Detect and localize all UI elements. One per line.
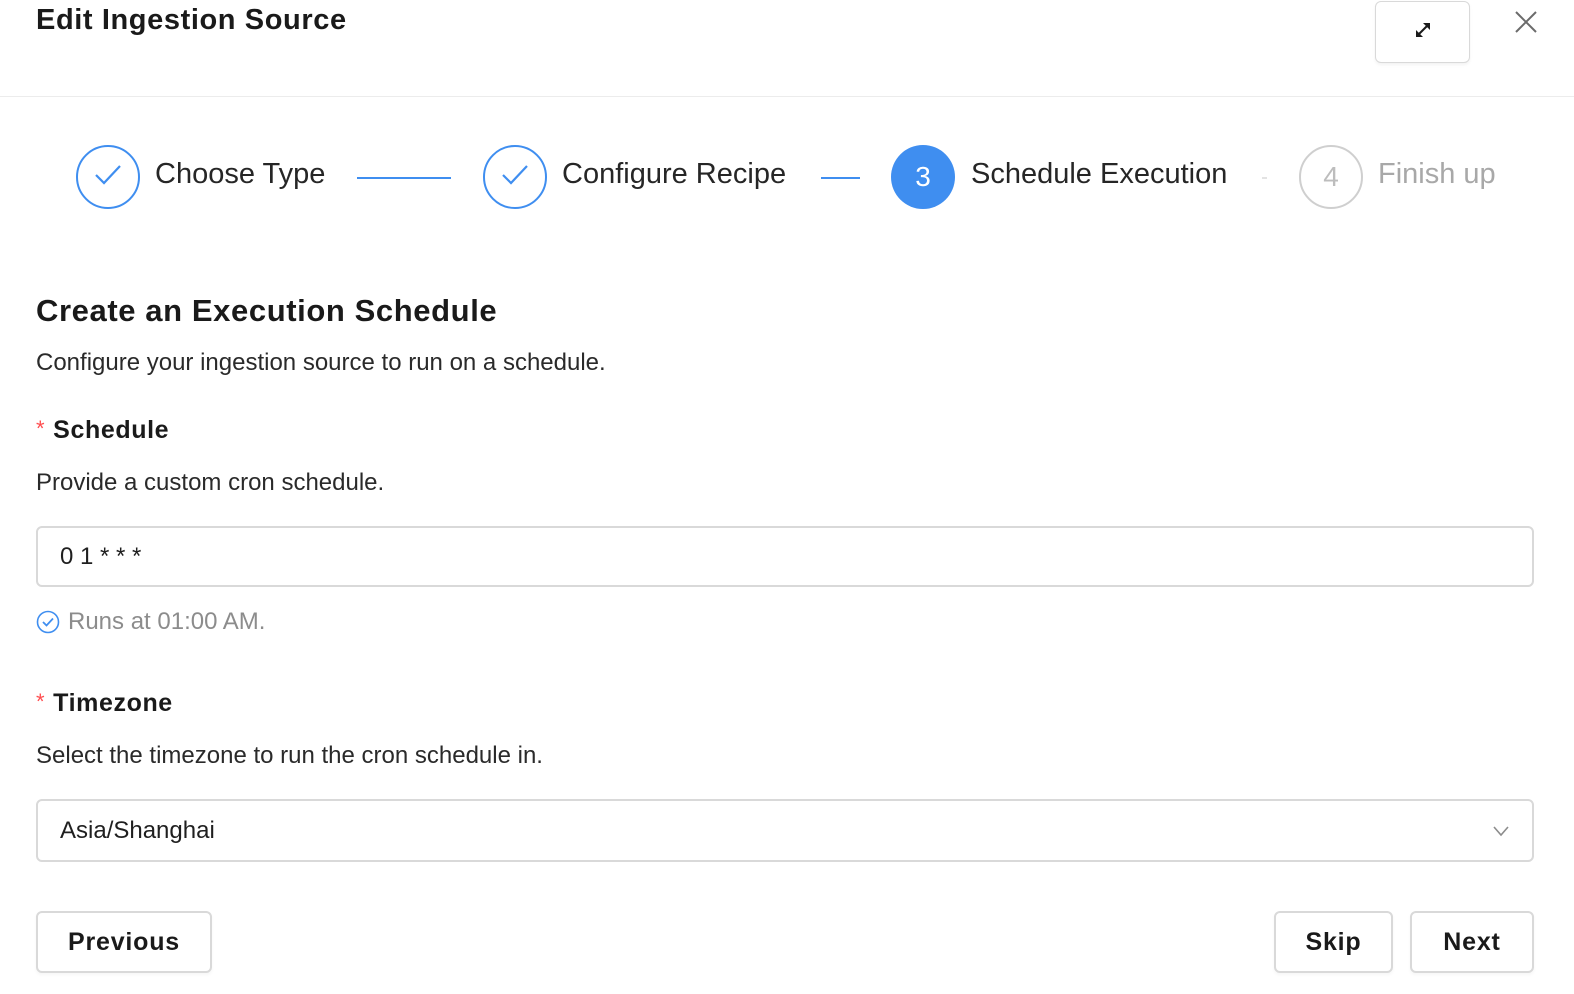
previous-button[interactable]: Previous	[36, 911, 212, 973]
check-icon	[501, 161, 529, 193]
step-2-label: Configure Recipe	[562, 158, 787, 190]
step-4-indicator: 4	[1299, 145, 1363, 209]
step-connector	[357, 177, 451, 179]
skip-button[interactable]: Skip	[1274, 911, 1393, 973]
step-1-label: Choose Type	[155, 158, 326, 190]
timezone-select[interactable]: Asia/Shanghai	[36, 799, 1534, 862]
expand-arrows-icon	[1409, 16, 1437, 49]
close-button[interactable]	[1510, 8, 1542, 40]
expand-button[interactable]	[1375, 1, 1470, 63]
check-circle-icon	[36, 610, 60, 634]
step-2-indicator	[483, 145, 547, 209]
section-title: Create an Execution Schedule	[36, 293, 498, 328]
section-description: Configure your ingestion source to run o…	[36, 349, 606, 376]
timezone-help: Select the timezone to run the cron sche…	[36, 742, 543, 769]
timezone-label: * Timezone	[36, 689, 173, 718]
check-icon	[94, 161, 122, 193]
step-connector	[821, 177, 860, 179]
close-icon	[1514, 10, 1538, 39]
timezone-label-text: Timezone	[53, 689, 173, 717]
step-connector	[1262, 177, 1267, 179]
next-button[interactable]: Next	[1410, 911, 1534, 973]
steps-bar: Choose Type Configure Recipe 3 Schedule …	[0, 145, 1574, 209]
schedule-input[interactable]	[36, 526, 1534, 587]
modal-header: Edit Ingestion Source	[0, 0, 1574, 97]
cron-hint: Runs at 01:00 AM.	[36, 607, 265, 637]
required-mark: *	[36, 416, 46, 441]
schedule-help: Provide a custom cron schedule.	[36, 469, 385, 496]
step-3-indicator: 3	[891, 145, 955, 209]
cron-hint-text: Runs at 01:00 AM.	[68, 608, 266, 635]
step-4-label: Finish up	[1378, 158, 1496, 190]
schedule-label: * Schedule	[36, 416, 169, 445]
chevron-down-icon	[1492, 822, 1510, 840]
timezone-select-value: Asia/Shanghai	[60, 817, 215, 844]
step-1-indicator	[76, 145, 140, 209]
required-mark: *	[36, 689, 46, 714]
schedule-label-text: Schedule	[53, 416, 170, 444]
modal-title: Edit Ingestion Source	[36, 4, 347, 36]
step-3-label: Schedule Execution	[971, 158, 1228, 190]
